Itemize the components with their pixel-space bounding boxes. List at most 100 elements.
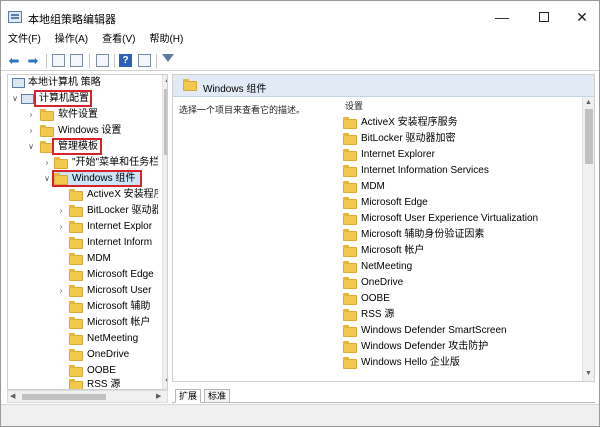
tree-horizontal-scrollbar[interactable]: ◀ ▶ xyxy=(7,390,168,403)
tree-item-software-settings[interactable]: › 软件设置 xyxy=(8,107,158,123)
list-item[interactable]: Windows Defender 攻击防护 xyxy=(343,339,573,355)
list-item[interactable]: Windows Hello 企业版 xyxy=(343,355,573,371)
tree-item-start-menu[interactable]: › "开始"菜单和任务栏 xyxy=(8,155,158,171)
list-item[interactable]: MDM xyxy=(343,179,573,195)
folder-icon xyxy=(69,221,83,233)
list-item-label: Internet Information Services xyxy=(361,165,489,176)
list-item[interactable]: OOBE xyxy=(343,291,573,307)
tree-child[interactable]: Microsoft Edge xyxy=(8,267,158,283)
tab-divider xyxy=(172,402,595,403)
folder-icon xyxy=(343,325,357,337)
tree-item-root[interactable]: 本地计算机 策略 xyxy=(8,75,158,91)
computer-icon xyxy=(21,94,34,104)
list-item[interactable]: Internet Explorer xyxy=(343,147,573,163)
folder-icon xyxy=(343,309,357,321)
scroll-thumb[interactable] xyxy=(585,109,593,164)
column-header-settings[interactable]: 设置 xyxy=(345,99,363,112)
properties-icon[interactable] xyxy=(138,54,151,67)
folder-icon xyxy=(69,349,83,361)
back-arrow-icon[interactable]: ⬅ xyxy=(6,53,22,69)
list-item-label: Windows Hello 企业版 xyxy=(361,357,460,368)
details-pane: Windows 组件 选择一个项目来查看它的描述。 设置 ActiveX 安装程… xyxy=(172,74,595,382)
list-item[interactable]: Microsoft Edge xyxy=(343,195,573,211)
list-item[interactable]: Microsoft 帐户 xyxy=(343,243,573,259)
scroll-thumb[interactable] xyxy=(164,89,167,155)
tab-standard[interactable]: 标准 xyxy=(204,389,231,403)
scroll-thumb[interactable] xyxy=(22,394,106,400)
app-icon xyxy=(8,11,22,23)
menu-file[interactable]: 文件(F) xyxy=(0,34,47,50)
chevron-down-icon[interactable]: ∨ xyxy=(26,139,36,155)
toolbar-separator xyxy=(156,54,157,68)
folder-icon xyxy=(343,229,357,241)
scroll-down-icon[interactable]: ▼ xyxy=(585,369,592,379)
tree-item-windows-settings[interactable]: › Windows 设置 xyxy=(8,123,158,139)
list-item[interactable]: ActiveX 安装程序服务 xyxy=(343,115,573,131)
tree-child[interactable]: › Microsoft User xyxy=(8,283,158,299)
minimize-button[interactable]: — xyxy=(482,6,522,30)
folder-icon xyxy=(40,125,54,137)
tree-child[interactable]: › BitLocker 驱动器 xyxy=(8,203,158,219)
tab-extended[interactable]: 扩展 xyxy=(175,389,202,403)
tree-child[interactable]: NetMeeting xyxy=(8,331,158,347)
chevron-right-icon[interactable]: › xyxy=(26,123,36,139)
folder-icon xyxy=(343,293,357,305)
forward-arrow-icon[interactable]: ➡ xyxy=(25,53,41,69)
scroll-down-icon[interactable]: ▼ xyxy=(164,377,167,387)
chevron-down-icon[interactable]: ∨ xyxy=(42,171,52,187)
chevron-right-icon[interactable]: › xyxy=(56,283,66,299)
tree-child[interactable]: Microsoft 辅助 xyxy=(8,299,158,315)
filter-icon[interactable] xyxy=(162,54,174,62)
chevron-right-icon[interactable]: › xyxy=(56,219,66,235)
list-item-label: Microsoft 辅助身份验证因素 xyxy=(361,229,485,240)
toolbar-separator xyxy=(89,54,90,68)
tree-vertical-scrollbar[interactable]: ▲ ▼ xyxy=(162,75,167,389)
scroll-right-icon[interactable]: ▶ xyxy=(156,392,161,402)
help-icon[interactable]: ? xyxy=(119,54,132,67)
list-item-label: Windows Defender 攻击防护 xyxy=(361,341,489,352)
tree-child[interactable]: MDM xyxy=(8,251,158,267)
menu-bar: 文件(F) 操作(A) 查看(V) 帮助(H) xyxy=(0,34,600,50)
list-item[interactable]: Microsoft User Experience Virtualization xyxy=(343,211,573,227)
chevron-right-icon[interactable]: › xyxy=(42,155,52,171)
window-title: 本地组策略编辑器 xyxy=(28,14,116,26)
list-item[interactable]: Windows Defender SmartScreen xyxy=(343,323,573,339)
show-tree-icon[interactable] xyxy=(70,54,83,67)
menu-view[interactable]: 查看(V) xyxy=(94,34,141,50)
highlight-box xyxy=(52,138,102,155)
tree-label: Internet Inform xyxy=(87,237,153,248)
folder-icon xyxy=(69,237,83,249)
list-item[interactable]: RSS 源 xyxy=(343,307,573,323)
chevron-right-icon[interactable]: › xyxy=(26,107,36,123)
close-button[interactable]: ✕ xyxy=(562,6,600,30)
list-item[interactable]: OneDrive xyxy=(343,275,573,291)
tree-child[interactable]: ActiveX 安装程序 xyxy=(8,187,158,203)
maximize-button[interactable] xyxy=(524,6,564,30)
scroll-left-icon[interactable]: ◀ xyxy=(10,392,15,402)
folder-icon xyxy=(69,379,83,389)
scroll-up-icon[interactable]: ▲ xyxy=(164,76,167,86)
menu-help[interactable]: 帮助(H) xyxy=(141,34,189,50)
folder-icon xyxy=(69,333,83,345)
menu-action[interactable]: 操作(A) xyxy=(47,34,94,50)
tree-child[interactable]: › Internet Explor xyxy=(8,219,158,235)
tree-child[interactable]: OneDrive xyxy=(8,347,158,363)
folder-icon xyxy=(343,213,357,225)
list-item[interactable]: Internet Information Services xyxy=(343,163,573,179)
chevron-down-icon[interactable]: ∨ xyxy=(10,91,20,107)
export-list-icon[interactable] xyxy=(96,54,109,67)
list-item[interactable]: Microsoft 辅助身份验证因素 xyxy=(343,227,573,243)
details-vertical-scrollbar[interactable]: ▲ ▼ xyxy=(582,97,594,381)
list-item[interactable]: NetMeeting xyxy=(343,259,573,275)
highlight-box xyxy=(52,170,142,187)
folder-icon xyxy=(343,341,357,353)
tree-child[interactable]: Microsoft 帐户 xyxy=(8,315,158,331)
tree-child[interactable]: Internet Inform xyxy=(8,235,158,251)
list-item-label: OOBE xyxy=(361,293,390,304)
scroll-up-icon[interactable]: ▲ xyxy=(585,98,592,108)
tree-child[interactable]: RSS 源 xyxy=(8,377,158,389)
list-item[interactable]: BitLocker 驱动器加密 xyxy=(343,131,573,147)
folder-icon xyxy=(343,133,357,145)
chevron-right-icon[interactable]: › xyxy=(56,203,66,219)
folder-up-icon[interactable] xyxy=(52,54,65,67)
